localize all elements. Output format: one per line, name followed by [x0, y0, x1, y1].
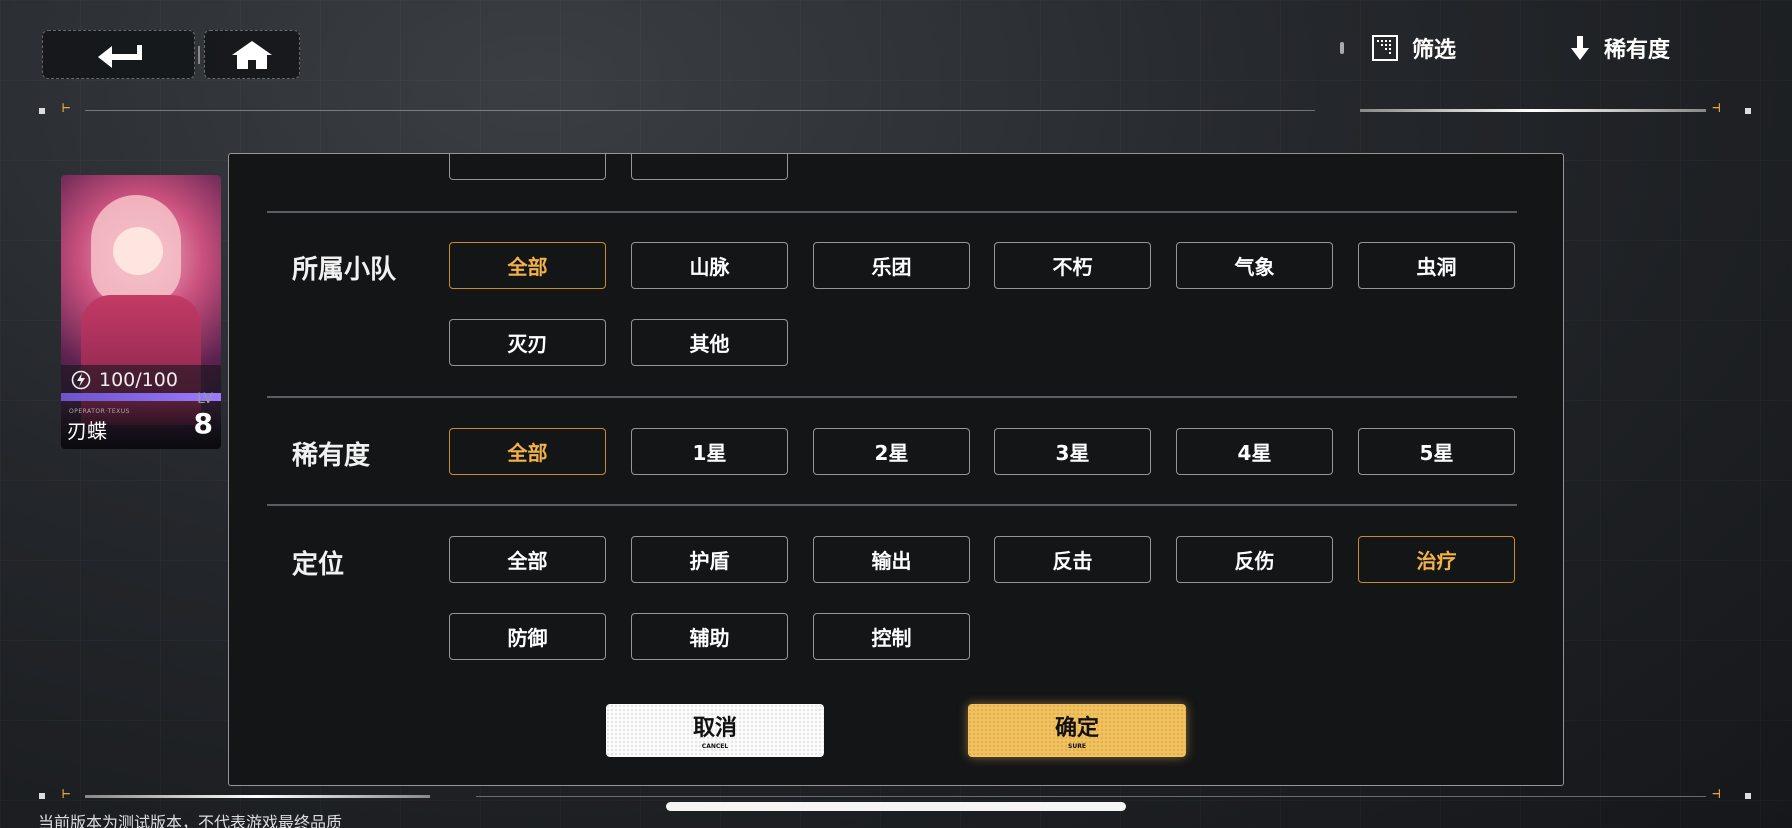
- level-value: 8: [193, 407, 213, 440]
- squad-option-shanmai[interactable]: 山脉: [631, 242, 788, 289]
- section-divider: [267, 211, 1517, 213]
- cancel-button[interactable]: 取消 CANCEL: [606, 704, 824, 757]
- rarity-option-2[interactable]: 2星: [813, 428, 970, 475]
- character-name: 刃蝶: [67, 419, 107, 443]
- toggle-dot-icon: [1340, 42, 1344, 54]
- sort-label: 稀有度: [1604, 38, 1671, 63]
- arrow-down-icon: [1571, 36, 1589, 60]
- squad-label: 所属小队: [292, 255, 397, 285]
- section-divider: [267, 396, 1517, 398]
- rarity-label: 稀有度: [292, 441, 371, 471]
- corner-dot: [39, 793, 45, 799]
- cancel-label: 取消: [692, 715, 737, 741]
- home-icon: [232, 40, 272, 69]
- cancel-sub-label: CANCEL: [701, 742, 729, 750]
- sort-rarity-button[interactable]: 稀有度: [1570, 32, 1670, 64]
- squad-option-yuetuan[interactable]: 乐团: [813, 242, 970, 289]
- role-option-counter[interactable]: 反击: [994, 536, 1151, 583]
- top-divider-line: [85, 110, 1315, 111]
- nav-separator: [198, 46, 200, 64]
- role-option-shield[interactable]: 护盾: [631, 536, 788, 583]
- corner-dot: [39, 108, 45, 114]
- operator-tag: OPERATOR·TEXUS: [69, 408, 130, 415]
- role-option-all[interactable]: 全部: [449, 536, 606, 583]
- level-label: LV: [197, 391, 213, 407]
- tick-mark: ⊣: [1712, 786, 1721, 802]
- squad-option-qixiang[interactable]: 气象: [1176, 242, 1333, 289]
- bottom-highlight-line: [85, 795, 430, 798]
- bottom-divider-line: [476, 796, 1706, 797]
- corner-dot: [1745, 793, 1751, 799]
- confirm-button[interactable]: 确定 SURE: [968, 704, 1186, 757]
- top-highlight-line: [1360, 109, 1706, 112]
- role-option-reflect[interactable]: 反伤: [1176, 536, 1333, 583]
- portrait-face: [113, 227, 163, 275]
- confirm-label: 确定: [1054, 715, 1099, 741]
- home-indicator-bar[interactable]: [666, 802, 1126, 811]
- squad-option-all[interactable]: 全部: [449, 242, 606, 289]
- filter-panel: 所属小队 全部 山脉 乐团 不朽 气象 虫洞 灭刃 其他 稀有度 全部 1星 2…: [228, 153, 1564, 786]
- section-divider: [267, 504, 1517, 506]
- home-button[interactable]: [204, 30, 300, 79]
- squad-option-mieren[interactable]: 灭刃: [449, 319, 606, 366]
- squad-option-other[interactable]: 其他: [631, 319, 788, 366]
- role-option-heal[interactable]: 治疗: [1358, 536, 1515, 583]
- role-option-defense[interactable]: 防御: [449, 613, 606, 660]
- character-card[interactable]: 100/100 OPERATOR·TEXUS 刃蝶 LV 8: [61, 175, 221, 449]
- lightning-icon: [71, 370, 91, 390]
- confirm-sub-label: SURE: [1068, 742, 1086, 750]
- role-label: 定位: [292, 550, 345, 580]
- back-button[interactable]: [42, 30, 195, 79]
- squad-option-chongdong[interactable]: 虫洞: [1358, 242, 1515, 289]
- role-option-support[interactable]: 辅助: [631, 613, 788, 660]
- corner-dot: [1745, 108, 1751, 114]
- filter-grid-icon: [1372, 35, 1398, 61]
- rarity-option-1[interactable]: 1星: [631, 428, 788, 475]
- role-option-dps[interactable]: 输出: [813, 536, 970, 583]
- tick-mark: ⊢: [62, 786, 71, 802]
- tick-mark: ⊢: [62, 100, 71, 116]
- squad-option-buxiu[interactable]: 不朽: [994, 242, 1151, 289]
- scrolled-option: [449, 154, 606, 180]
- filter-button[interactable]: 筛选: [1340, 32, 1456, 64]
- rarity-option-3[interactable]: 3星: [994, 428, 1151, 475]
- scrolled-option: [631, 154, 788, 180]
- rarity-option-5[interactable]: 5星: [1358, 428, 1515, 475]
- back-arrow-icon: [97, 44, 142, 68]
- tick-mark: ⊣: [1712, 100, 1721, 116]
- rarity-option-4[interactable]: 4星: [1176, 428, 1333, 475]
- test-version-notice: 当前版本为测试版本，不代表游戏最终品质: [38, 813, 343, 828]
- rarity-option-all[interactable]: 全部: [449, 428, 606, 475]
- role-option-control[interactable]: 控制: [813, 613, 970, 660]
- energy-value: 100/100: [99, 369, 178, 391]
- filter-label: 筛选: [1412, 38, 1457, 63]
